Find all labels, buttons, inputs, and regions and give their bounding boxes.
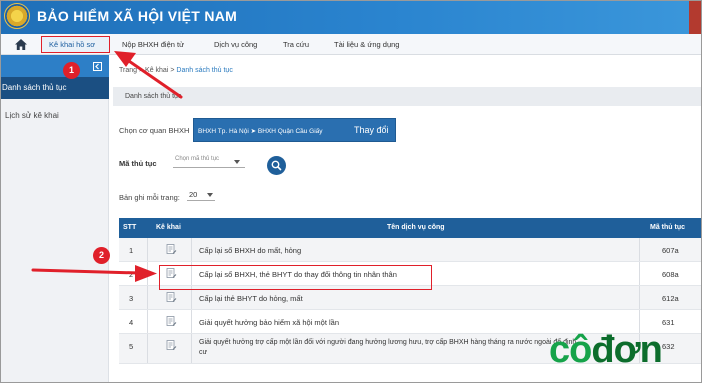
procedure-code-label: Mã thủ tục xyxy=(119,159,157,168)
column-divider xyxy=(147,238,148,261)
row-stt: 4 xyxy=(129,318,134,327)
column-divider xyxy=(191,238,192,261)
document-edit-icon[interactable] xyxy=(166,340,177,351)
col-header-stt: STT xyxy=(123,224,137,231)
column-divider xyxy=(191,334,192,363)
header-edge-decoration xyxy=(689,1,701,34)
section-title-bar: Danh sách thủ tục xyxy=(113,87,701,106)
row-stt: 3 xyxy=(129,294,134,303)
table-header: STT Kê khai Tên dịch vụ công Mã thủ tục xyxy=(119,218,701,238)
watermark-part-1: cô xyxy=(549,329,592,371)
search-icon xyxy=(271,160,282,171)
row-service-name[interactable]: Cấp lại thẻ BHYT do hỏng, mất xyxy=(199,294,303,303)
column-divider xyxy=(639,238,640,261)
row-service-name[interactable]: Giải quyết hưởng bảo hiểm xã hội một lần xyxy=(199,318,339,327)
agency-selector[interactable]: BHXH Tp. Hà Nội ➤ BHXH Quận Cầu Giấy Tha… xyxy=(193,118,396,142)
row-code: 607a xyxy=(662,246,679,255)
column-divider xyxy=(147,286,148,309)
procedure-code-select[interactable]: Chọn mã thủ tục xyxy=(173,154,245,168)
arrow-icon xyxy=(114,51,183,99)
col-header-ke-khai: Kê khai xyxy=(156,224,181,231)
chevron-down-icon xyxy=(234,160,240,164)
row-service-name[interactable]: Giải quyết hưởng trợ cấp một lần đối với… xyxy=(199,339,576,346)
nav-item-dich-vu-cong[interactable]: Dịch vụ công xyxy=(214,40,257,49)
column-divider xyxy=(191,310,192,333)
search-button[interactable] xyxy=(267,156,286,175)
collapse-sidebar-icon[interactable] xyxy=(93,62,102,71)
site-title: BẢO HIỂM XÃ HỘI VIỆT NAM xyxy=(37,8,238,24)
nav-item-label: Kê khai hồ sơ xyxy=(49,40,96,49)
rows-per-page-value: 20 xyxy=(189,190,198,199)
chevron-down-icon xyxy=(207,193,213,197)
row-code: 631 xyxy=(662,318,675,327)
row-code: 612a xyxy=(662,294,679,303)
column-divider xyxy=(147,310,148,333)
row-service-name[interactable]: Cấp lại sổ BHXH do mất, hỏng xyxy=(199,246,301,255)
document-edit-icon[interactable] xyxy=(166,244,177,255)
vss-logo[interactable] xyxy=(4,3,30,29)
row-code: 608a xyxy=(662,270,679,279)
sidebar-item-danh-sach-thu-tuc[interactable]: Danh sách thủ tục xyxy=(1,77,109,99)
table-row: 1 Cấp lại sổ BHXH do mất, hỏng 607a xyxy=(119,238,701,262)
column-divider xyxy=(639,262,640,285)
home-icon[interactable] xyxy=(14,38,28,51)
nav-item-ke-khai-ho-so[interactable]: Kê khai hồ sơ xyxy=(41,36,110,53)
arrow-icon xyxy=(31,265,157,282)
row-service-name-continued: cư xyxy=(199,349,208,356)
sidebar: Danh sách thủ tục Lịch sử kê khai xyxy=(1,55,109,382)
step-badge-1: 1 xyxy=(63,62,80,79)
screenshot-frame: BẢO HIỂM XÃ HỘI VIỆT NAM Kê khai hồ sơ N… xyxy=(0,0,702,383)
row-stt: 5 xyxy=(129,342,134,351)
row-code: 632 xyxy=(662,342,675,351)
site-header: BẢO HIỂM XÃ HỘI VIỆT NAM xyxy=(1,1,701,34)
codon-watermark-logo: côđơn xyxy=(549,329,663,371)
change-agency-button[interactable]: Thay đổi xyxy=(354,125,389,135)
agency-value: BHXH Tp. Hà Nội ➤ BHXH Quận Cầu Giấy xyxy=(198,128,323,135)
rows-per-page-select[interactable]: 20 xyxy=(187,188,215,201)
nav-item-tai-lieu[interactable]: Tài liệu & ứng dụng xyxy=(334,40,399,49)
document-edit-icon[interactable] xyxy=(166,316,177,327)
agency-label: Chọn cơ quan BHXH xyxy=(119,126,190,135)
col-header-ten-dich-vu: Tên dịch vụ công xyxy=(387,224,445,231)
procedure-code-placeholder: Chọn mã thủ tục xyxy=(175,156,220,162)
highlight-box-row-2 xyxy=(159,265,432,290)
col-header-ma-thu-tuc: Mã thủ tục xyxy=(650,224,685,231)
nav-item-tra-cuu[interactable]: Tra cứu xyxy=(283,40,309,49)
sidebar-item-lich-su-ke-khai[interactable]: Lịch sử kê khai xyxy=(5,111,59,120)
sidebar-header xyxy=(1,55,109,77)
column-divider xyxy=(639,286,640,309)
row-stt: 1 xyxy=(129,246,134,255)
document-edit-icon[interactable] xyxy=(166,292,177,303)
watermark-part-2: đơn xyxy=(591,329,662,371)
sidebar-item-label: Danh sách thủ tục xyxy=(2,83,67,92)
column-divider xyxy=(147,334,148,363)
rows-per-page-label: Bản ghi mỗi trang: xyxy=(119,193,180,202)
